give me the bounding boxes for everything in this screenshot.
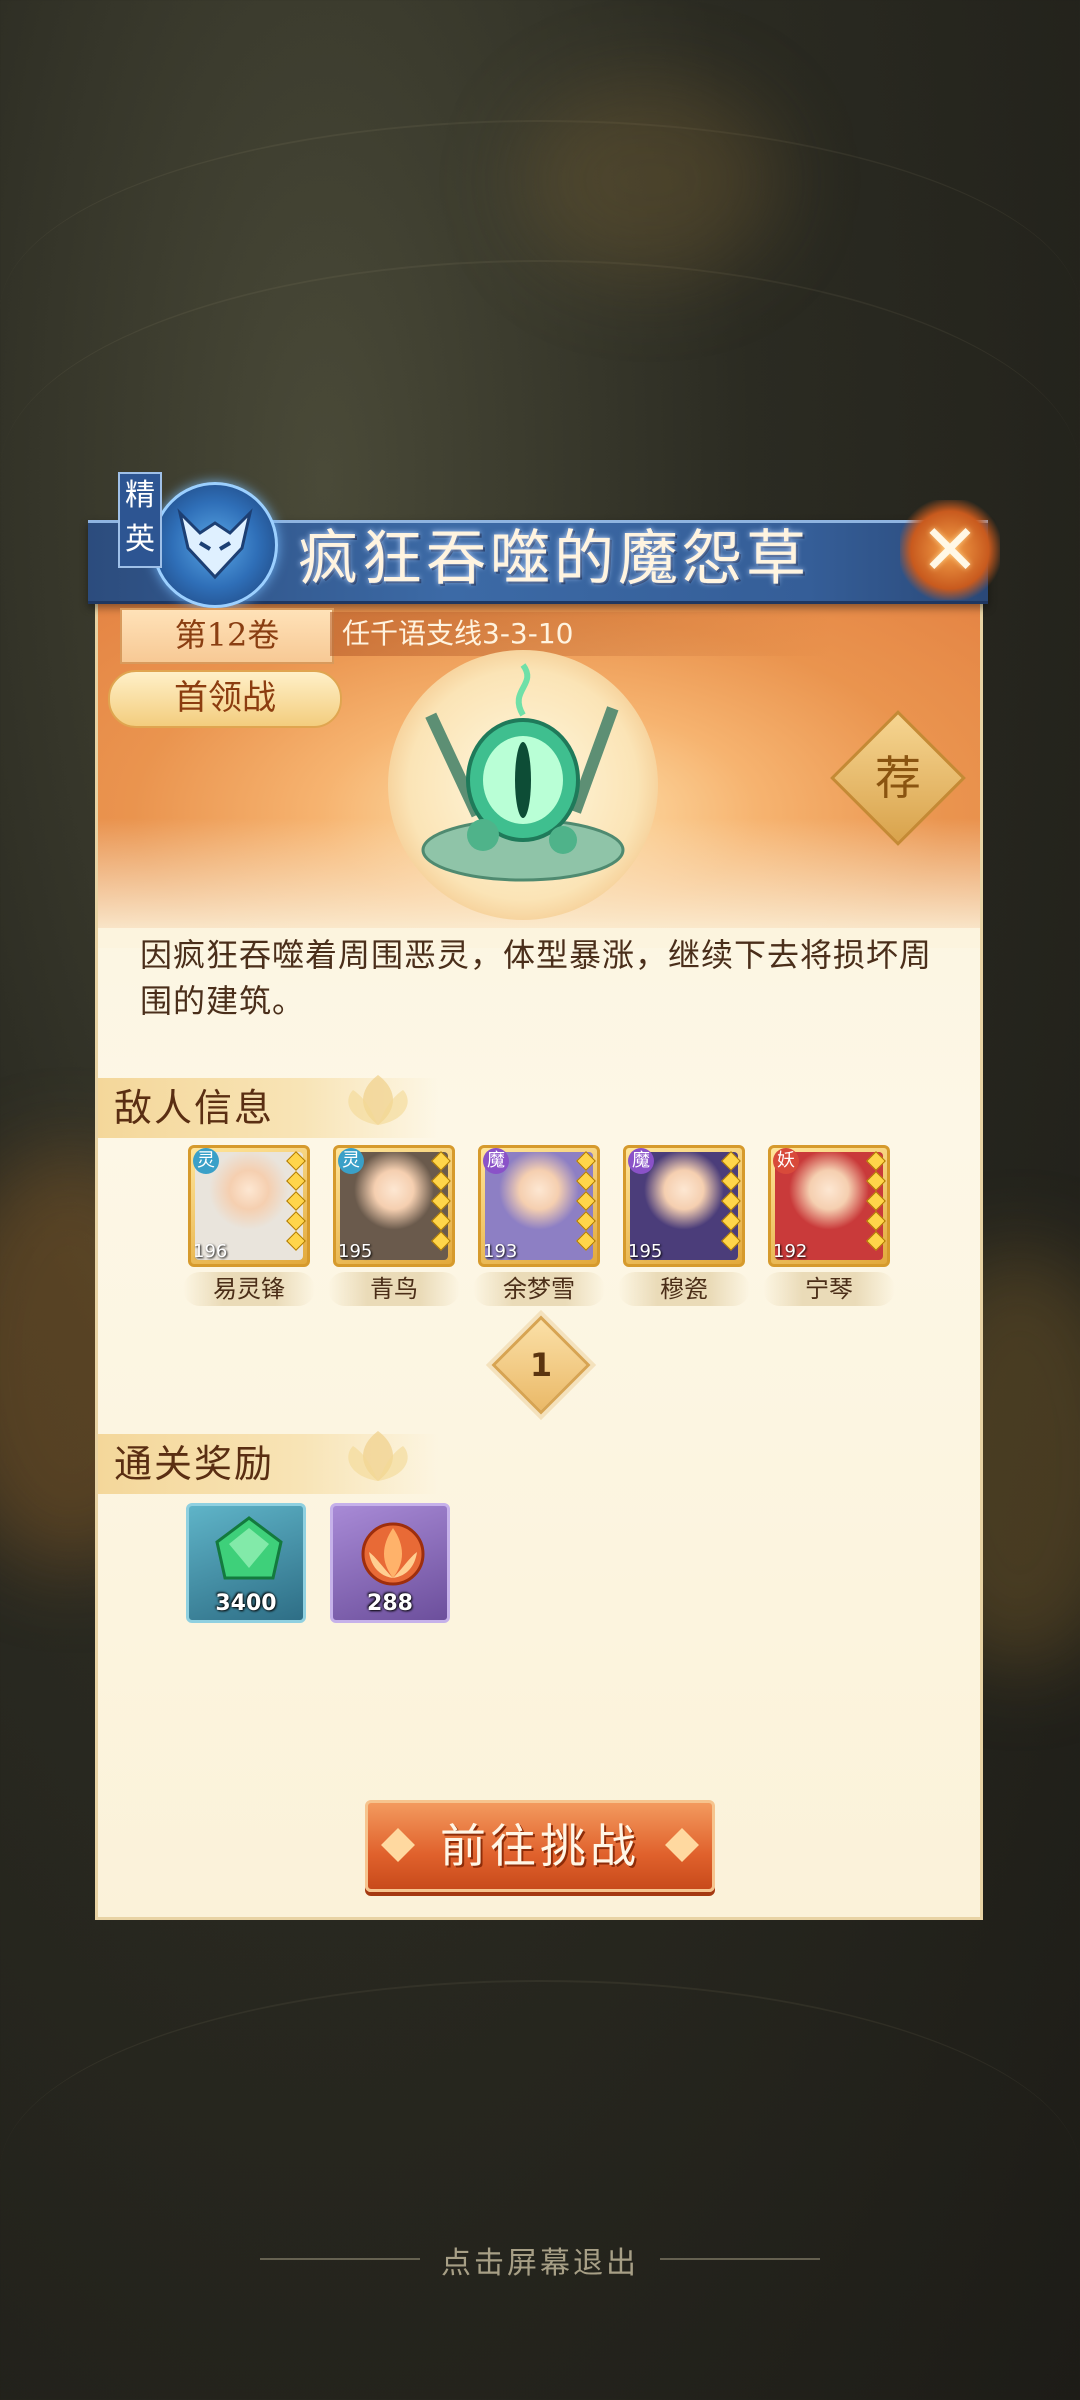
- enemy-card[interactable]: 妖 192: [768, 1145, 890, 1267]
- stage-title: 疯狂吞噬的魔怨草: [298, 524, 810, 594]
- enemy-level: 192: [773, 1241, 808, 1262]
- reward-section-header: 通关奖励: [98, 1431, 438, 1494]
- elite-tag: 精英: [118, 472, 162, 568]
- enemy-level: 195: [628, 1241, 663, 1262]
- lotus-icon: [348, 1075, 408, 1125]
- enemy-type-icon: 魔: [628, 1148, 654, 1174]
- reward-item[interactable]: 3400: [186, 1503, 306, 1623]
- enemy-name: 青鸟: [328, 1272, 460, 1306]
- enemy-star-icons: [866, 1151, 886, 1254]
- boss-battle-tag: 首领战: [108, 670, 342, 728]
- lotus-icon: [348, 1431, 408, 1481]
- enemy-card[interactable]: 灵 195: [333, 1145, 455, 1267]
- enemy-name: 宁琴: [763, 1272, 895, 1306]
- boss-portrait: [388, 650, 658, 920]
- boss-emblem-icon: [152, 482, 278, 608]
- reward-count: 288: [367, 1591, 413, 1616]
- exit-hint[interactable]: 点击屏幕退出: [0, 2238, 1080, 2282]
- stage-description: 因疯狂吞噬着周围恶灵，体型暴涨，继续下去将损坏周围的建筑。: [140, 936, 933, 1020]
- challenge-button-label: 前往挑战: [440, 1819, 640, 1873]
- enemy-star-icons: [721, 1151, 741, 1254]
- enemy-level: 196: [193, 1241, 228, 1262]
- enemy-type-icon: 魔: [483, 1148, 509, 1174]
- enemy-card[interactable]: 魔 193: [478, 1145, 600, 1267]
- close-icon: ✕: [920, 509, 980, 591]
- enemy-name: 余梦雪: [473, 1272, 605, 1306]
- enemy-type-icon: 灵: [193, 1148, 219, 1174]
- enemy-name: 穆瓷: [618, 1272, 750, 1306]
- enemy-name: 易灵锋: [183, 1272, 315, 1306]
- enemy-card[interactable]: 灵 196: [188, 1145, 310, 1267]
- enemy-level: 193: [483, 1241, 518, 1262]
- enemy-section-title: 敌人信息: [114, 1086, 275, 1130]
- enemy-type-icon: 灵: [338, 1148, 364, 1174]
- enemy-level: 195: [338, 1241, 373, 1262]
- enemy-section-header: 敌人信息: [98, 1075, 438, 1138]
- reward-count: 3400: [215, 1591, 277, 1616]
- reward-section-title: 通关奖励: [114, 1442, 275, 1486]
- volume-tag: 第12卷: [120, 608, 334, 664]
- enemy-star-icons: [286, 1151, 306, 1254]
- enemy-star-icons: [576, 1151, 596, 1254]
- enemy-card[interactable]: 魔 195: [623, 1145, 745, 1267]
- enemy-type-icon: 妖: [773, 1148, 799, 1174]
- challenge-button[interactable]: 前往挑战: [365, 1800, 715, 1892]
- close-button[interactable]: ✕: [900, 500, 1000, 600]
- enemy-star-icons: [431, 1151, 451, 1254]
- reward-item[interactable]: 288: [330, 1503, 450, 1623]
